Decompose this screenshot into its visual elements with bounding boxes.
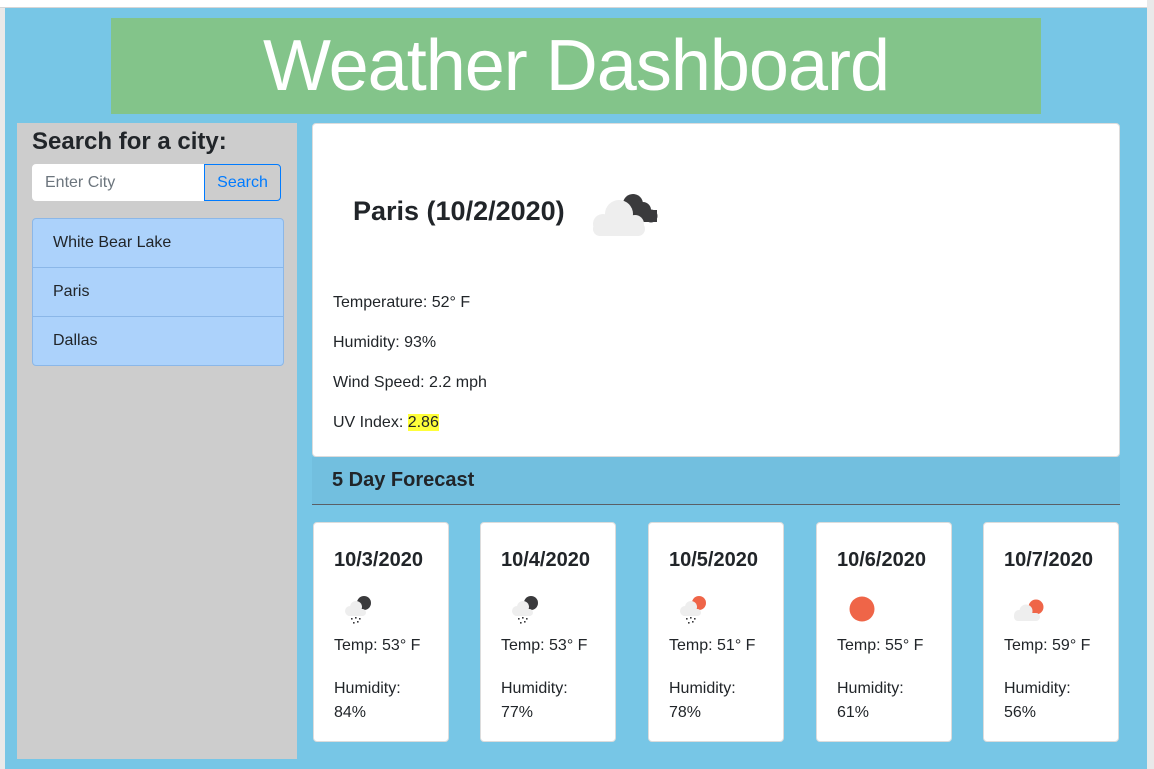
sun-icon bbox=[849, 596, 875, 622]
current-uv-index: UV Index: 2.86 bbox=[333, 414, 439, 432]
forecast-heading: 5 Day Forecast bbox=[332, 469, 475, 491]
forecast-humidity-value: 84% bbox=[334, 704, 367, 721]
forecast-card: 10/6/2020 Temp: 55° F Humidity: 61% bbox=[816, 522, 952, 742]
city-item-paris[interactable]: Paris bbox=[33, 267, 283, 316]
city-item-dallas[interactable]: Dallas bbox=[33, 316, 283, 365]
forecast-humidity-value: 56% bbox=[1004, 704, 1037, 721]
forecast-temp: Temp: 55° F bbox=[837, 637, 924, 654]
forecast-humidity-label: Humidity: bbox=[837, 680, 904, 697]
forecast-date: 10/3/2020 bbox=[334, 549, 423, 571]
cloudy-night-icon bbox=[593, 194, 658, 236]
search-heading: Search for a city: bbox=[32, 128, 227, 155]
current-temperature: Temperature: 52° F bbox=[333, 294, 471, 311]
forecast-card: 10/3/2020 Temp: 53° F Humidity: 84% bbox=[313, 522, 449, 742]
current-weather-card: Paris (10/2/2020) Temperature: 52° F Hum… bbox=[312, 123, 1120, 457]
rain-night-icon bbox=[512, 596, 538, 624]
forecast-humidity-label: Humidity: bbox=[501, 680, 568, 697]
search-row: Search bbox=[32, 164, 282, 201]
forecast-date: 10/7/2020 bbox=[1004, 549, 1093, 571]
city-item-white-bear-lake[interactable]: White Bear Lake bbox=[33, 219, 283, 267]
forecast-humidity: Humidity: 77% bbox=[501, 677, 601, 725]
forecast-humidity: Humidity: 61% bbox=[837, 677, 937, 725]
forecast-humidity-label: Humidity: bbox=[334, 680, 401, 697]
forecast-header: 5 Day Forecast bbox=[312, 457, 1120, 505]
forecast-temp: Temp: 51° F bbox=[669, 637, 756, 654]
forecast-humidity-label: Humidity: bbox=[669, 680, 736, 697]
partly-cloudy-day-icon bbox=[1014, 599, 1044, 621]
search-button[interactable]: Search bbox=[204, 164, 281, 201]
forecast-card: 10/4/2020 Temp: 53° F Humidity: 77% bbox=[480, 522, 616, 742]
uv-index-badge: 2.86 bbox=[407, 414, 439, 431]
current-wind-speed: Wind Speed: 2.2 mph bbox=[333, 374, 487, 391]
browser-top-strip bbox=[0, 0, 1147, 8]
city-history-list: White Bear Lake Paris Dallas bbox=[32, 218, 284, 366]
forecast-temp: Temp: 53° F bbox=[334, 637, 421, 654]
page-header: Weather Dashboard bbox=[111, 18, 1041, 114]
forecast-date: 10/5/2020 bbox=[669, 549, 758, 571]
forecast-humidity-value: 77% bbox=[501, 704, 534, 721]
forecast-humidity-value: 78% bbox=[669, 704, 702, 721]
uv-index-label: UV Index: bbox=[333, 414, 408, 431]
forecast-temp: Temp: 53° F bbox=[501, 637, 588, 654]
page-title: Weather Dashboard bbox=[262, 26, 890, 106]
current-city-title: Paris (10/2/2020) bbox=[353, 196, 565, 226]
forecast-humidity: Humidity: 84% bbox=[334, 677, 434, 725]
current-humidity: Humidity: 93% bbox=[333, 334, 437, 351]
forecast-humidity: Humidity: 78% bbox=[669, 677, 769, 725]
city-search-input[interactable] bbox=[32, 164, 204, 201]
forecast-date: 10/4/2020 bbox=[501, 549, 590, 571]
forecast-date: 10/6/2020 bbox=[837, 549, 926, 571]
forecast-humidity-label: Humidity: bbox=[1004, 680, 1071, 697]
forecast-temp: Temp: 59° F bbox=[1004, 637, 1091, 654]
forecast-card: 10/7/2020 Temp: 59° F Humidity: 56% bbox=[983, 522, 1119, 742]
forecast-humidity-value: 61% bbox=[837, 704, 870, 721]
sidebar: Search for a city: Search White Bear Lak… bbox=[17, 123, 297, 759]
rain-night-icon bbox=[345, 596, 371, 624]
page: Weather Dashboard Search for a city: Sea… bbox=[5, 8, 1147, 769]
forecast-card: 10/5/2020 Temp: 51° F Humidity: 78% bbox=[648, 522, 784, 742]
rain-day-icon bbox=[680, 596, 706, 624]
forecast-humidity: Humidity: 56% bbox=[1004, 677, 1104, 725]
